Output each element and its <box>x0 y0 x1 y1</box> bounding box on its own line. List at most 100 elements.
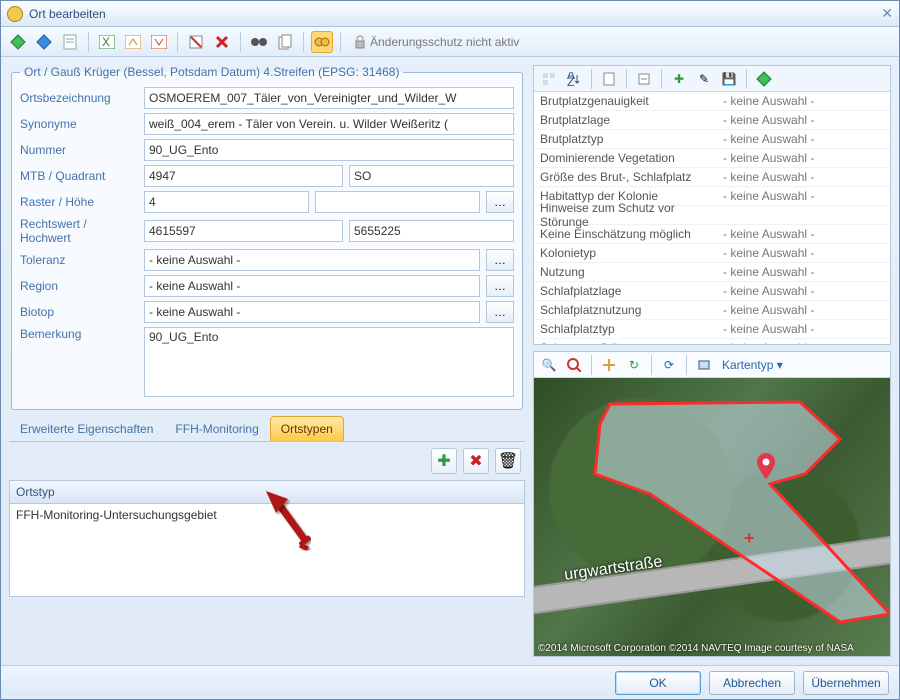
dialog-footer: OK Abbrechen Übernehmen <box>1 665 899 699</box>
fieldset-legend: Ort / Gauß Krüger (Bessel, Potsdam Datum… <box>20 65 403 79</box>
pg-add-icon[interactable]: ✚ <box>668 68 690 90</box>
reload-icon[interactable]: ⟳ <box>658 354 680 376</box>
ortsbezeichnung-input[interactable] <box>144 87 514 109</box>
mtb-input[interactable] <box>144 165 343 187</box>
label-raster: Raster / Höhe <box>20 195 138 209</box>
excel-icon[interactable]: X <box>96 31 118 53</box>
copy-icon[interactable] <box>274 31 296 53</box>
property-key: Schlafplatzlage <box>534 284 719 298</box>
pg-diamond-icon[interactable] <box>753 68 775 90</box>
property-value: - keine Auswahl - <box>719 341 890 344</box>
toleranz-browse-button[interactable]: … <box>486 249 514 271</box>
highlight-toggle-icon[interactable] <box>311 31 333 53</box>
window-title: Ort bearbeiten <box>29 7 106 21</box>
property-key: Schlafplatznutzung <box>534 303 719 317</box>
ortstyp-row[interactable]: FFH-Monitoring-Untersuchungsgebiet <box>10 504 524 526</box>
hochwert-input[interactable] <box>349 220 514 242</box>
property-key: Schutz vor Störungen <box>534 341 719 344</box>
cancel-button[interactable]: Abbrechen <box>709 671 795 695</box>
property-row[interactable]: Dominierende Vegetation- keine Auswahl - <box>534 149 890 168</box>
map-pin-icon <box>757 453 775 479</box>
raster-input[interactable] <box>144 191 309 213</box>
close-icon[interactable]: ✕ <box>881 5 893 22</box>
property-value: - keine Auswahl - <box>719 284 890 298</box>
property-row[interactable]: Brutplatzgenauigkeit- keine Auswahl - <box>534 92 890 111</box>
property-value: - keine Auswahl - <box>719 246 890 260</box>
diamond-green-icon[interactable] <box>7 31 29 53</box>
import-icon[interactable] <box>148 31 170 53</box>
ortstyp-grid: Ortstyp FFH-Monitoring-Untersuchungsgebi… <box>9 480 525 597</box>
region-browse-button[interactable]: … <box>486 275 514 297</box>
apply-button[interactable]: Übernehmen <box>803 671 889 695</box>
region-input[interactable] <box>144 275 480 297</box>
property-row[interactable]: Keine Einschätzung möglich- keine Auswah… <box>534 225 890 244</box>
remove-button[interactable]: ✖ <box>463 448 489 474</box>
add-button[interactable]: ✚ <box>431 448 457 474</box>
property-value: - keine Auswahl - <box>719 303 890 317</box>
titlebar: Ort bearbeiten ✕ <box>1 1 899 27</box>
rechtswert-input[interactable] <box>144 220 343 242</box>
diamond-blue-icon[interactable] <box>33 31 55 53</box>
pg-sort-icon[interactable]: AZ <box>563 68 585 90</box>
binoculars-icon[interactable] <box>248 31 270 53</box>
layers-icon[interactable] <box>693 354 715 376</box>
property-grid: AZ ✚ ✎ 💾 Brutplatzgenauigkeit- keine Aus… <box>533 65 891 345</box>
zoom-in-icon[interactable]: 🔍 <box>538 354 560 376</box>
property-row[interactable]: Kolonietyp- keine Auswahl - <box>534 244 890 263</box>
property-row[interactable]: Brutplatzlage- keine Auswahl - <box>534 111 890 130</box>
map-center-cross-icon: + <box>744 528 755 549</box>
property-value: - keine Auswahl - <box>719 265 890 279</box>
property-key: Brutplatzlage <box>534 113 719 127</box>
label-bemerkung: Bemerkung <box>20 327 138 341</box>
pg-save-icon[interactable]: 💾 <box>718 68 740 90</box>
label-region: Region <box>20 279 138 293</box>
tab-erweiterte[interactable]: Erweiterte Eigenschaften <box>9 416 164 441</box>
biotop-browse-button[interactable]: … <box>486 301 514 323</box>
sheet-icon[interactable] <box>59 31 81 53</box>
label-synonyme: Synonyme <box>20 117 138 131</box>
pg-expand-icon[interactable] <box>633 68 655 90</box>
hoehe-browse-button[interactable]: … <box>486 191 514 213</box>
pg-categorize-icon[interactable] <box>538 68 560 90</box>
lower-tabs: Erweiterte Eigenschaften FFH-Monitoring … <box>9 416 525 442</box>
zoom-out-icon[interactable] <box>563 354 585 376</box>
pg-edit-icon[interactable]: ✎ <box>693 68 715 90</box>
ok-button[interactable]: OK <box>615 671 701 695</box>
synonyme-input[interactable] <box>144 113 514 135</box>
tab-ortstypen[interactable]: Ortstypen <box>270 416 344 441</box>
property-grid-rows[interactable]: Brutplatzgenauigkeit- keine Auswahl -Bru… <box>534 92 890 344</box>
mtb-quadrant-input[interactable] <box>349 165 514 187</box>
property-value: - keine Auswahl - <box>719 132 890 146</box>
delete-icon[interactable] <box>211 31 233 53</box>
lock-status: Änderungsschutz nicht aktiv <box>354 35 519 49</box>
svg-text:Z: Z <box>567 75 574 86</box>
discard-icon[interactable] <box>185 31 207 53</box>
refresh-polygon-icon[interactable]: ↻ <box>623 354 645 376</box>
property-row[interactable]: Schutz vor Störungen- keine Auswahl - <box>534 339 890 344</box>
property-grid-toolbar: AZ ✚ ✎ 💾 <box>534 66 890 92</box>
property-row[interactable]: Schlafplatznutzung- keine Auswahl - <box>534 301 890 320</box>
property-row[interactable]: Schlafplatztyp- keine Auswahl - <box>534 320 890 339</box>
tab-ffh[interactable]: FFH-Monitoring <box>164 416 269 441</box>
pan-icon[interactable] <box>598 354 620 376</box>
property-value: - keine Auswahl - <box>719 151 890 165</box>
label-mtb: MTB / Quadrant <box>20 169 138 183</box>
trash-button[interactable]: 🗑 <box>495 448 521 474</box>
label-biotop: Biotop <box>20 305 138 319</box>
property-row[interactable]: Brutplatztyp- keine Auswahl - <box>534 130 890 149</box>
map-view[interactable]: urgwartstraße + ©2014 Microsoft Corporat… <box>534 378 890 656</box>
toleranz-input[interactable] <box>144 249 480 271</box>
pg-page-icon[interactable] <box>598 68 620 90</box>
property-row[interactable]: Hinweise zum Schutz vor Störunge <box>534 206 890 225</box>
nummer-input[interactable] <box>144 139 514 161</box>
property-row[interactable]: Größe des Brut-, Schlafplatz- keine Ausw… <box>534 168 890 187</box>
export-icon[interactable] <box>122 31 144 53</box>
property-row[interactable]: Nutzung- keine Auswahl - <box>534 263 890 282</box>
kartentyp-dropdown[interactable]: Kartentyp ▾ <box>722 358 783 372</box>
ortstyp-header: Ortstyp <box>10 481 524 504</box>
property-row[interactable]: Schlafplatzlage- keine Auswahl - <box>534 282 890 301</box>
bemerkung-textarea[interactable] <box>144 327 514 397</box>
biotop-input[interactable] <box>144 301 480 323</box>
property-key: Größe des Brut-, Schlafplatz <box>534 170 719 184</box>
hoehe-input[interactable] <box>315 191 480 213</box>
